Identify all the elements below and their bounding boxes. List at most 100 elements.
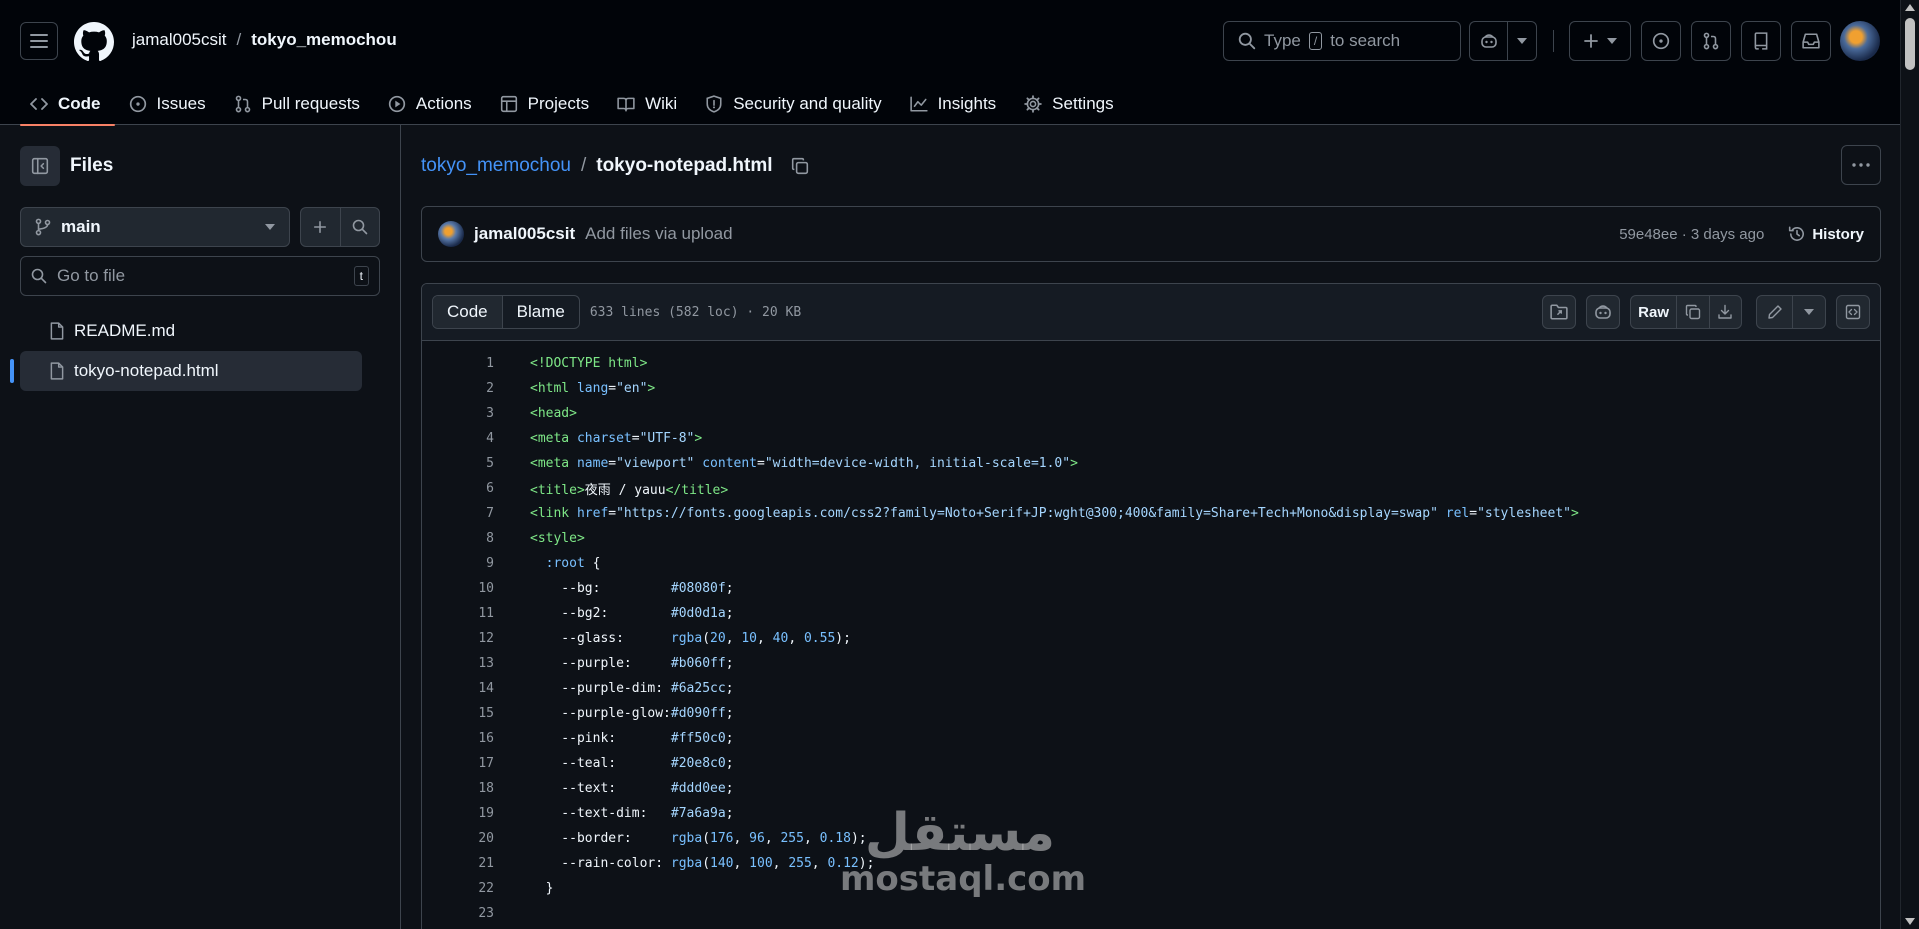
commit-meta[interactable]: 59e48ee · 3 days ago: [1619, 226, 1764, 243]
line-number[interactable]: 6: [422, 481, 494, 496]
code-line[interactable]: 2 <html lang="en">: [422, 376, 1880, 401]
page-scrollbar[interactable]: [1900, 0, 1919, 929]
line-number[interactable]: 18: [422, 781, 494, 796]
line-number[interactable]: 16: [422, 731, 494, 746]
tab-security[interactable]: Security and quality: [695, 84, 895, 124]
code-line[interactable]: 21 --rain-color: rgba(140, 100, 255, 0.1…: [422, 851, 1880, 876]
line-number[interactable]: 11: [422, 606, 494, 621]
inbox-button[interactable]: [1791, 21, 1831, 61]
tab-wiki[interactable]: Wiki: [607, 84, 691, 124]
repo-owner-link[interactable]: jamal005csit: [132, 30, 227, 50]
line-number[interactable]: 7: [422, 506, 494, 521]
code-view-tab[interactable]: Code: [433, 296, 503, 328]
copy-raw-button[interactable]: [1676, 296, 1708, 328]
raw-button[interactable]: Raw: [1631, 296, 1676, 328]
commit-message[interactable]: Add files via upload: [585, 224, 732, 244]
line-number[interactable]: 3: [422, 406, 494, 421]
line-number[interactable]: 20: [422, 831, 494, 846]
scroll-down-arrow[interactable]: [1905, 918, 1915, 925]
repo-root-link[interactable]: tokyo_memochou: [421, 155, 571, 177]
line-number[interactable]: 4: [422, 431, 494, 446]
history-button[interactable]: History: [1788, 225, 1864, 243]
line-number[interactable]: 23: [422, 906, 494, 921]
line-number[interactable]: 19: [422, 806, 494, 821]
code-line[interactable]: 22 }: [422, 876, 1880, 901]
issues-button[interactable]: [1641, 21, 1681, 61]
collapse-sidebar-button[interactable]: [20, 146, 60, 186]
line-number[interactable]: 9: [422, 556, 494, 571]
line-number[interactable]: 14: [422, 681, 494, 696]
tab-settings[interactable]: Settings: [1014, 84, 1127, 124]
code-line[interactable]: 12 --glass: rgba(20, 10, 40, 0.55);: [422, 626, 1880, 651]
github-logo-icon[interactable]: [74, 22, 114, 62]
scroll-up-arrow[interactable]: [1905, 4, 1915, 11]
tab-actions[interactable]: Actions: [378, 84, 486, 124]
code-line[interactable]: 5 <meta name="viewport" content="width=de…: [422, 451, 1880, 476]
line-number[interactable]: 21: [422, 856, 494, 871]
code-line[interactable]: 7 <link href="https://fonts.googleapis.co…: [422, 501, 1880, 526]
go-to-file-input[interactable]: Go to file t: [20, 256, 380, 296]
user-avatar[interactable]: [1840, 21, 1880, 61]
symbols-panel-button[interactable]: [1836, 295, 1870, 329]
code-line[interactable]: 14 --purple-dim: #6a25cc;: [422, 676, 1880, 701]
line-number[interactable]: 2: [422, 381, 494, 396]
code-line[interactable]: 9 :root {: [422, 551, 1880, 576]
code-token: ;: [725, 606, 734, 621]
copilot-ask-button[interactable]: [1586, 295, 1620, 329]
line-number[interactable]: 12: [422, 631, 494, 646]
line-number[interactable]: 15: [422, 706, 494, 721]
scroll-thumb[interactable]: [1905, 18, 1915, 70]
search-files-button[interactable]: [339, 208, 380, 246]
edit-dropdown-button[interactable]: [1792, 296, 1825, 328]
repo-name-link[interactable]: tokyo_memochou: [251, 30, 396, 50]
tab-issues[interactable]: Issues: [119, 84, 220, 124]
line-number[interactable]: 13: [422, 656, 494, 671]
code-line[interactable]: 1 <!DOCTYPE html>: [422, 351, 1880, 376]
branch-selector[interactable]: main: [20, 207, 290, 247]
code-line[interactable]: 16 --pink: #ff50c0;: [422, 726, 1880, 751]
line-number[interactable]: 17: [422, 756, 494, 771]
code-line[interactable]: 4 <meta charset="UTF-8">: [422, 426, 1880, 451]
pull-requests-button[interactable]: [1691, 21, 1731, 61]
more-options-button[interactable]: [1841, 145, 1881, 185]
repositories-button[interactable]: [1741, 21, 1781, 61]
tab-pull-requests[interactable]: Pull requests: [224, 84, 374, 124]
copy-icon[interactable]: [791, 157, 809, 175]
add-file-button[interactable]: [301, 208, 340, 246]
tab-projects[interactable]: Projects: [490, 84, 603, 124]
line-number[interactable]: 1: [422, 356, 494, 371]
code-line[interactable]: 17 --teal: #20e8c0;: [422, 751, 1880, 776]
line-number[interactable]: 8: [422, 531, 494, 546]
file-tree-item[interactable]: README.md: [20, 311, 362, 351]
symbols-button[interactable]: [1542, 295, 1576, 329]
commit-author-avatar[interactable]: [438, 221, 464, 247]
commit-author[interactable]: jamal005csit: [474, 224, 575, 244]
file-tree-item-active[interactable]: tokyo-notepad.html: [10, 351, 362, 391]
code-line[interactable]: 23: [422, 901, 1880, 926]
code-line[interactable]: 20 --border: rgba(176, 96, 255, 0.18);: [422, 826, 1880, 851]
code-content[interactable]: 1 <!DOCTYPE html> 2 <html lang="en"> 3 <head>…: [422, 342, 1880, 929]
copilot-button[interactable]: [1469, 21, 1507, 61]
line-number[interactable]: 10: [422, 581, 494, 596]
code-line[interactable]: 15 --purple-glow:#d090ff;: [422, 701, 1880, 726]
copilot-dropdown-button[interactable]: [1507, 21, 1537, 61]
search-input[interactable]: Type / to search: [1223, 21, 1461, 61]
code-line[interactable]: 3 <head>: [422, 401, 1880, 426]
code-line[interactable]: 13 --purple: #b060ff;: [422, 651, 1880, 676]
tab-code[interactable]: Code: [20, 84, 115, 126]
code-line[interactable]: 18 --text: #ddd0ee;: [422, 776, 1880, 801]
graph-icon: [909, 95, 928, 113]
create-new-button[interactable]: [1569, 21, 1631, 61]
code-line[interactable]: 6 <title>夜雨 / yauu</title>: [422, 476, 1880, 501]
blame-view-tab[interactable]: Blame: [503, 296, 579, 328]
line-number[interactable]: 22: [422, 881, 494, 896]
code-line[interactable]: 19 --text-dim: #7a6a9a;: [422, 801, 1880, 826]
code-line[interactable]: 11 --bg2: #0d0d1a;: [422, 601, 1880, 626]
edit-file-button[interactable]: [1757, 296, 1792, 328]
menu-button[interactable]: [20, 22, 58, 60]
line-number[interactable]: 5: [422, 456, 494, 471]
download-button[interactable]: [1708, 296, 1741, 328]
code-line[interactable]: 8 <style>: [422, 526, 1880, 551]
code-line[interactable]: 10 --bg: #08080f;: [422, 576, 1880, 601]
tab-insights[interactable]: Insights: [900, 84, 1011, 124]
